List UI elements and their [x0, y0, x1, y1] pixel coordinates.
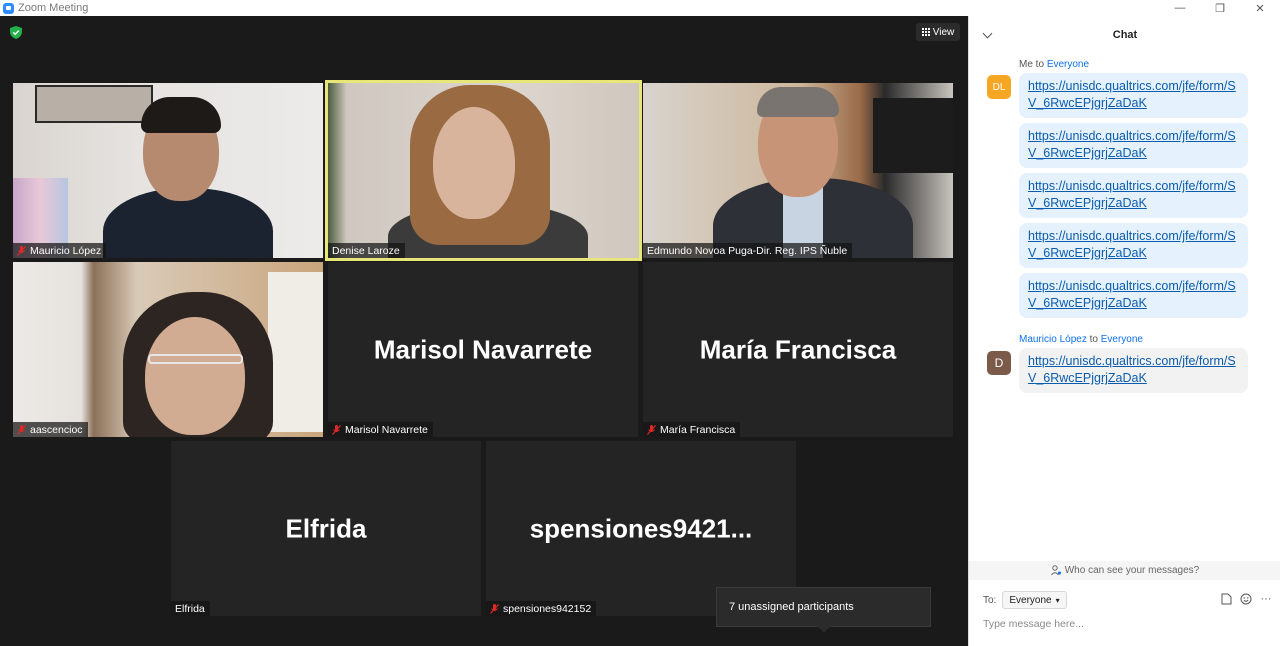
- video-tile-denise[interactable]: Denise Laroze: [325, 80, 642, 261]
- muted-mic-icon: [490, 603, 499, 614]
- sender-connector: to: [1032, 59, 1047, 70]
- sender-name[interactable]: Mauricio López: [1019, 334, 1087, 345]
- to-label: To:: [983, 594, 997, 606]
- minimize-button[interactable]: —: [1160, 0, 1200, 16]
- recipient-row: To: Everyone ▾: [983, 591, 1067, 609]
- participant-display-name: Marisol Navarrete: [373, 334, 593, 364]
- participant-display-name: spensiones9421...: [529, 513, 753, 543]
- restore-button[interactable]: ❐: [1200, 0, 1240, 16]
- video-feed: [643, 83, 953, 258]
- close-button[interactable]: ✕: [1240, 0, 1280, 16]
- view-button[interactable]: View: [916, 23, 960, 41]
- participant-name: María Francisca: [660, 423, 736, 436]
- file-icon[interactable]: [1220, 593, 1232, 605]
- message-link[interactable]: https://unisdc.qualtrics.com/jfe/form/SV…: [1028, 229, 1236, 260]
- video-tile-marisol[interactable]: Marisol Navarrete Marisol Navarrete: [328, 262, 638, 437]
- chat-message: https://unisdc.qualtrics.com/jfe/form/SV…: [1019, 123, 1248, 168]
- recipient-name[interactable]: Everyone: [1101, 334, 1143, 345]
- recipient-select[interactable]: Everyone ▾: [1002, 591, 1067, 609]
- participant-name-tag: Mauricio López: [13, 243, 107, 258]
- emoji-icon[interactable]: [1240, 593, 1252, 605]
- chat-panel: Chat Me to Everyone DL https://unisdc.qu…: [968, 16, 1280, 646]
- participant-name-tag: Marisol Navarrete: [328, 422, 433, 437]
- sender-line: Mauricio López to Everyone: [1019, 334, 1143, 345]
- tooltip-text: 7 unassigned participants: [729, 601, 854, 613]
- avatar: DL: [987, 75, 1011, 99]
- chat-header: Chat: [969, 16, 1280, 53]
- recipient-value: Everyone: [1009, 594, 1052, 606]
- muted-mic-icon: [17, 245, 26, 256]
- video-feed: [13, 262, 323, 437]
- video-feed: [13, 83, 323, 258]
- message-link[interactable]: https://unisdc.qualtrics.com/jfe/form/SV…: [1028, 279, 1236, 310]
- participant-name: Denise Laroze: [332, 244, 400, 257]
- participant-name: Marisol Navarrete: [345, 423, 428, 436]
- video-tile-aascencioc[interactable]: aascencioc: [13, 262, 323, 437]
- chat-tools: ···: [1220, 593, 1272, 605]
- participant-name: aascencioc: [30, 423, 83, 436]
- participant-name: Edmundo Novoa Puga-Dir. Reg. IPS Ñuble: [647, 244, 848, 257]
- zoom-app-icon: [3, 2, 14, 14]
- chat-title: Chat: [1112, 28, 1138, 41]
- participant-name-tag: aascencioc: [13, 422, 88, 437]
- participant-name: Elfrida: [175, 602, 205, 615]
- participant-name-tag: Denise Laroze: [328, 243, 405, 258]
- who-can-see-text: Who can see your messages?: [1064, 565, 1200, 576]
- collapse-chevron-icon[interactable]: [982, 28, 993, 39]
- window-title: Zoom Meeting: [18, 2, 89, 14]
- avatar: D: [987, 351, 1011, 375]
- gallery-grid-icon: [921, 28, 930, 36]
- muted-mic-icon: [332, 424, 341, 435]
- sender-connector: to: [1086, 334, 1101, 345]
- sender-name: Me: [1019, 59, 1033, 70]
- participant-name-tag: María Francisca: [643, 422, 741, 437]
- unassigned-participants-tooltip: 7 unassigned participants: [716, 587, 931, 633]
- person-eye-icon: [1050, 565, 1061, 576]
- participant-name: Mauricio López: [30, 244, 102, 257]
- chat-message: https://unisdc.qualtrics.com/jfe/form/SV…: [1019, 223, 1248, 268]
- chat-message: https://unisdc.qualtrics.com/jfe/form/SV…: [1019, 348, 1248, 393]
- video-tile-elfrida[interactable]: Elfrida Elfrida: [171, 441, 481, 616]
- muted-mic-icon: [17, 424, 26, 435]
- video-feed: [328, 83, 639, 258]
- more-options-icon[interactable]: ···: [1260, 593, 1272, 605]
- sender-line: Me to Everyone: [1019, 59, 1089, 70]
- title-bar: Zoom Meeting — ❐ ✕: [0, 0, 1280, 16]
- message-input[interactable]: [983, 616, 1263, 632]
- chat-message: https://unisdc.qualtrics.com/jfe/form/SV…: [1019, 173, 1248, 218]
- participant-name-tag: spensiones942152: [486, 601, 597, 616]
- message-link[interactable]: https://unisdc.qualtrics.com/jfe/form/SV…: [1028, 179, 1236, 210]
- video-tile-edmundo[interactable]: Edmundo Novoa Puga-Dir. Reg. IPS Ñuble: [643, 83, 953, 258]
- video-gallery: View Mauricio López Denise Laroze Edmund…: [0, 16, 968, 646]
- message-link[interactable]: https://unisdc.qualtrics.com/jfe/form/SV…: [1028, 79, 1236, 110]
- video-tile-mauricio[interactable]: Mauricio López: [13, 83, 323, 258]
- participant-display-name: María Francisca: [699, 334, 897, 364]
- participant-name: spensiones942152: [503, 602, 592, 615]
- security-shield-icon[interactable]: [10, 26, 22, 39]
- participant-display-name: Elfrida: [285, 513, 367, 543]
- window-controls: — ❐ ✕: [1160, 0, 1280, 16]
- recipient-name[interactable]: Everyone: [1047, 59, 1089, 70]
- participant-name-tag: Elfrida: [171, 601, 210, 616]
- chevron-down-icon: ▾: [1055, 595, 1060, 605]
- message-link[interactable]: https://unisdc.qualtrics.com/jfe/form/SV…: [1028, 129, 1236, 160]
- view-label: View: [932, 26, 955, 38]
- chat-message: https://unisdc.qualtrics.com/jfe/form/SV…: [1019, 273, 1248, 318]
- chat-message: https://unisdc.qualtrics.com/jfe/form/SV…: [1019, 73, 1248, 118]
- message-link[interactable]: https://unisdc.qualtrics.com/jfe/form/SV…: [1028, 354, 1236, 385]
- video-tile-maria-francisca[interactable]: María Francisca María Francisca: [643, 262, 953, 437]
- participant-name-tag: Edmundo Novoa Puga-Dir. Reg. IPS Ñuble: [643, 243, 853, 258]
- muted-mic-icon: [647, 424, 656, 435]
- who-can-see-messages[interactable]: Who can see your messages?: [969, 561, 1280, 580]
